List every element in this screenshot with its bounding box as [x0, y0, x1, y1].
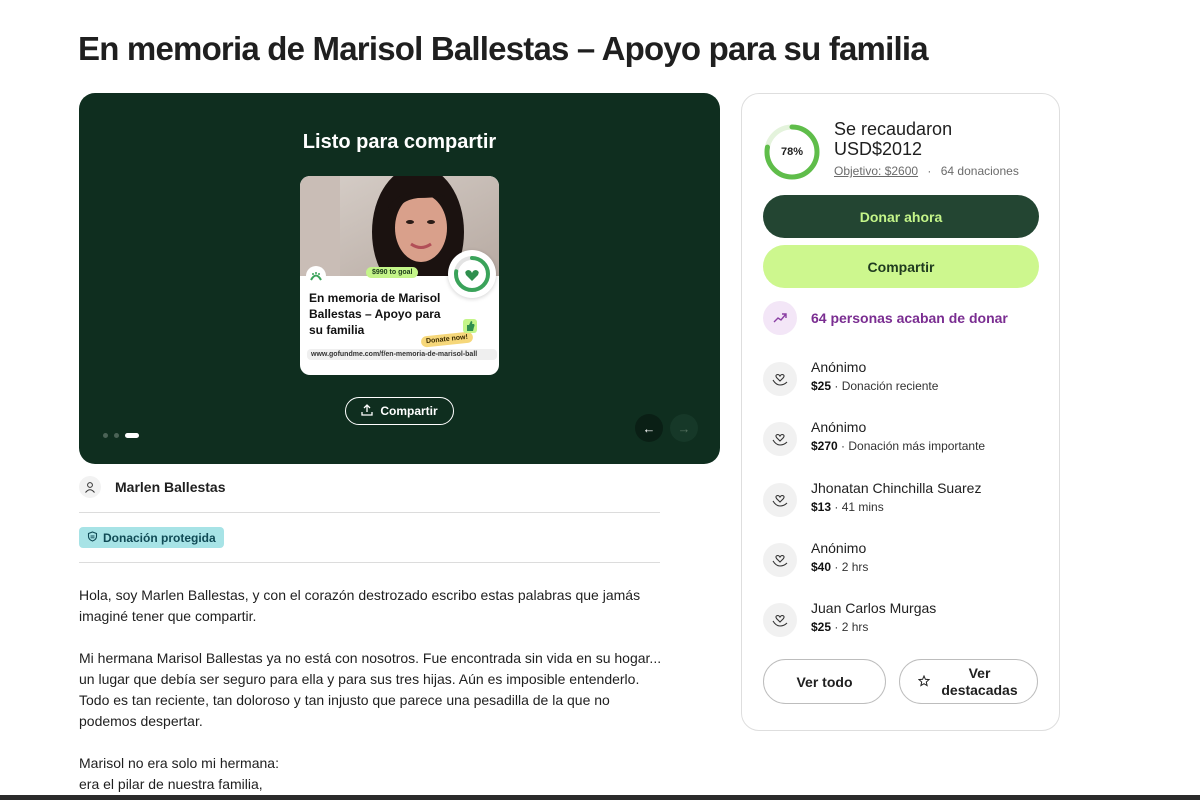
heart-hand-icon [763, 603, 797, 637]
bottom-bar [0, 795, 1200, 800]
donor-item: Juan Carlos Murgas $25 · 2 hrs [763, 599, 936, 637]
heart-hand-icon [763, 483, 797, 517]
donor-detail: · Donación reciente [831, 379, 939, 393]
carousel-dot[interactable] [103, 433, 108, 438]
story: Hola, soy Marlen Ballestas, y con el cor… [79, 585, 669, 795]
thumbs-up-icon [463, 319, 477, 333]
goal-link[interactable]: Objetivo: $2600 [834, 164, 918, 178]
donor-amount: $13 [811, 500, 832, 514]
goal-line: Objetivo: $2600 · 64 donaciones [834, 164, 1019, 178]
divider [79, 512, 660, 513]
story-line: era el pilar de nuestra familia, [79, 776, 263, 792]
see-top-label: Ver destacadas [941, 664, 1018, 698]
user-icon [79, 476, 101, 498]
protected-label: Donación protegida [103, 530, 216, 545]
card-title: En memoria de Marisol Ballestas – Apoyo … [309, 291, 441, 337]
donor-detail: · 2 hrs [831, 620, 869, 634]
carousel-dots [103, 433, 139, 438]
arrow-left-icon: ← [642, 420, 656, 436]
see-all-button[interactable]: Ver todo [763, 659, 886, 704]
donor-name: Juan Carlos Murgas [811, 600, 937, 616]
divider [79, 562, 660, 563]
donor-item: Jhonatan Chinchilla Suarez $13 · 41 mins [763, 479, 981, 517]
share-button[interactable]: Compartir [763, 245, 1039, 288]
hero-share-button[interactable]: Compartir [345, 397, 454, 425]
donor-name: Anónimo [811, 540, 867, 556]
card-goal-pill: $990 to goal [366, 267, 419, 278]
gofundme-logo-icon [306, 266, 326, 286]
donor-amount: $40 [811, 560, 832, 574]
progress-ring: 78% [763, 123, 821, 181]
donor-item: Anónimo $25 · Donación reciente [763, 358, 938, 396]
carousel-prev-button[interactable]: ← [635, 414, 663, 442]
donor-detail: · 41 mins [831, 500, 884, 514]
card-progress-ring [448, 250, 496, 298]
hero-carousel: Listo para compartir $990 to goal En mem… [79, 93, 720, 464]
story-paragraph: Mi hermana Marisol Ballestas ya no está … [79, 650, 662, 729]
goal-separator: · [927, 164, 932, 178]
hero-heading: Listo para compartir [302, 131, 497, 153]
upload-icon [361, 403, 373, 419]
heart-hand-icon [763, 543, 797, 577]
trending-up-icon [763, 301, 797, 335]
heart-hand-icon [763, 362, 797, 396]
progress-percent: 78% [780, 146, 804, 158]
arrow-right-icon: → [677, 420, 691, 436]
donate-now-button[interactable]: Donar ahora [763, 195, 1039, 238]
protected-badge[interactable]: Donación protegida [79, 527, 224, 548]
story-line: Marisol no era solo mi hermana: [79, 755, 279, 771]
carousel-dot[interactable] [114, 433, 119, 438]
shield-icon [87, 530, 98, 545]
carousel-next-button[interactable]: → [670, 414, 698, 442]
organizer-name[interactable]: Marlen Ballestas [115, 479, 226, 495]
organizer: Marlen Ballestas [79, 476, 226, 498]
hero-share-label: Compartir [380, 404, 438, 418]
recent-activity: 64 personas acaban de donar [763, 301, 1008, 335]
donor-detail: · 2 hrs [831, 560, 869, 574]
donor-amount: $25 [811, 379, 832, 393]
star-icon [917, 674, 930, 690]
raised-amount: USD$2012 [834, 139, 923, 159]
donor-item: Anónimo $270 · Donación más importante [763, 418, 985, 456]
donor-item: Anónimo $40 · 2 hrs [763, 539, 868, 577]
story-paragraph: Hola, soy Marlen Ballestas, y con el cor… [79, 587, 641, 624]
donor-detail: · Donación más importante [837, 439, 986, 453]
donor-amount: $25 [811, 620, 832, 634]
donor-name: Anónimo [811, 359, 867, 375]
amount-raised: Se recaudaron USD$2012 [834, 119, 952, 159]
raised-label: Se recaudaron [834, 119, 953, 139]
donor-amount: $270 [811, 439, 838, 453]
donation-count: 64 donaciones [940, 164, 1019, 178]
card-url: www.gofundme.com/f/en-memoria-de-marisol… [307, 349, 497, 360]
donor-name: Jhonatan Chinchilla Suarez [811, 480, 982, 496]
recent-activity-text: 64 personas acaban de donar [811, 310, 1008, 326]
carousel-dot-active[interactable] [125, 433, 139, 438]
share-preview-card[interactable]: $990 to goal En memoria de Marisol Balle… [300, 176, 499, 375]
see-top-button[interactable]: Ver destacadas [899, 659, 1038, 704]
donation-panel: 78% Se recaudaron USD$2012 Objetivo: $26… [741, 93, 1060, 731]
donor-name: Anónimo [811, 419, 867, 435]
heart-hand-icon [763, 422, 797, 456]
page-title: En memoria de Marisol Ballestas – Apoyo … [78, 30, 929, 67]
